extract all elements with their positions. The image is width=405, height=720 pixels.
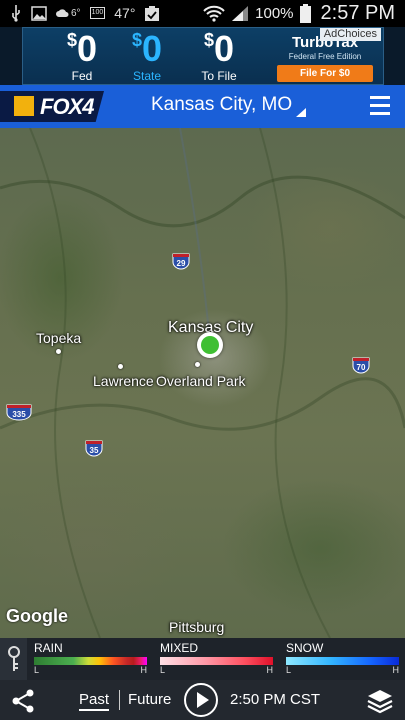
interstate-29-icon: 29 [172, 253, 190, 270]
legend-mixed-low: L [160, 665, 166, 675]
highway-70-label: 70 [357, 363, 366, 372]
legend-snow-low: L [286, 665, 292, 675]
legend-snow-high: H [392, 665, 400, 675]
fox4-logo[interactable]: FOX4 [0, 91, 104, 122]
city-label-pittsburg: Pittsburg [169, 619, 225, 635]
city-label-lawrence: Lawrence [93, 373, 154, 389]
dollar-sign: $ [203, 30, 214, 50]
ad-banner[interactable]: $0 Fed $0 State $0 To File TurboTax Fede… [22, 27, 384, 85]
interstate-35-icon: 35 [85, 440, 103, 457]
state-value: 0 [141, 28, 163, 69]
radar-timestamp: 2:50 PM CST [230, 691, 321, 708]
ad-banner-container: $0 Fed $0 State $0 To File TurboTax Fede… [0, 27, 405, 85]
ad-file: $0 To File [189, 28, 249, 82]
cloud-icon [56, 9, 69, 17]
lawrence-dot [118, 364, 123, 369]
dollar-sign: $ [131, 30, 142, 50]
small-temp-value: 6° [71, 7, 81, 19]
ad-fed: $0 Fed [57, 28, 107, 82]
legend-rain-title: RAIN [34, 641, 63, 655]
tab-separator [119, 690, 120, 710]
battery-badge-icon: 100 [89, 7, 106, 19]
ad-edition: Federal Free Edition [288, 52, 362, 61]
highway-29-label: 29 [177, 259, 186, 268]
image-icon [31, 5, 47, 21]
file-for-free-button[interactable]: File For $0 [277, 65, 373, 82]
layers-icon[interactable] [366, 688, 394, 714]
legend-snow-bar [286, 657, 399, 665]
topeka-dot [56, 349, 61, 354]
city-label-overland-park: Overland Park [156, 373, 246, 389]
legend-snow-title: SNOW [286, 641, 324, 655]
hamburger-menu-icon[interactable] [370, 96, 390, 120]
tab-past[interactable]: Past [79, 691, 110, 711]
radar-map[interactable]: 29 70 335 35 Topeka Lawrence Overland Pa… [0, 128, 405, 638]
usb-icon [12, 5, 20, 22]
state-label: State [132, 69, 162, 83]
status-bar: 6° 100 47° 100% 2:57 PM [0, 0, 405, 27]
fed-label: Fed [71, 69, 93, 83]
playback-bar: Past Future 2:50 PM CST [0, 680, 405, 720]
logo-square-icon [14, 96, 34, 116]
ad-brand: TurboTax Federal Free Edition File For $… [277, 35, 373, 82]
legend-mixed: MIXED L H [160, 641, 273, 676]
file-label: To File [201, 69, 237, 83]
legend-rain-high: H [140, 665, 148, 675]
legend-mixed-title: MIXED [160, 641, 199, 655]
legend-key-toggle[interactable] [0, 638, 27, 680]
precip-legend: RAIN L H MIXED L H SNOW L H [0, 638, 405, 680]
city-label-topeka: Topeka [36, 330, 82, 346]
overland-park-dot [195, 362, 200, 367]
adchoices-link[interactable]: AdChoices [319, 28, 381, 41]
current-location-pin[interactable] [197, 332, 223, 358]
file-value: 0 [213, 28, 235, 69]
legend-rain-low: L [34, 665, 40, 675]
wifi-icon [203, 5, 225, 22]
battery-percent: 100% [255, 5, 294, 22]
location-selector[interactable]: Kansas City, MO [151, 94, 292, 116]
legend-mixed-bar [160, 657, 273, 665]
dollar-sign: $ [66, 30, 77, 50]
logo-text: FOX4 [40, 94, 94, 119]
legend-rain-bar [34, 657, 147, 665]
highway-335-label: 335 [12, 410, 26, 419]
legend-mixed-high: H [266, 665, 274, 675]
battery-icon [299, 4, 311, 23]
highway-35-label: 35 [90, 446, 99, 455]
key-icon [8, 646, 20, 671]
share-icon[interactable] [10, 688, 36, 714]
ad-state: $0 State [119, 28, 175, 82]
signal-icon [232, 6, 249, 21]
legend-rain: RAIN L H [34, 641, 147, 676]
app-header: FOX4 Kansas City, MO [0, 85, 405, 128]
fed-value: 0 [76, 28, 98, 69]
clock: 2:57 PM [320, 2, 395, 24]
weather-small-temp: 6° [56, 8, 81, 19]
clipboard-check-icon [145, 5, 160, 21]
temperature: 47° [114, 5, 136, 21]
tab-future[interactable]: Future [128, 691, 171, 709]
google-attribution: Google [6, 606, 68, 626]
dropdown-triangle-icon[interactable] [296, 108, 306, 117]
legend-snow: SNOW L H [286, 641, 399, 676]
play-button[interactable] [184, 683, 218, 717]
interstate-70-icon: 70 [352, 357, 370, 374]
highway-335-icon: 335 [6, 404, 32, 421]
